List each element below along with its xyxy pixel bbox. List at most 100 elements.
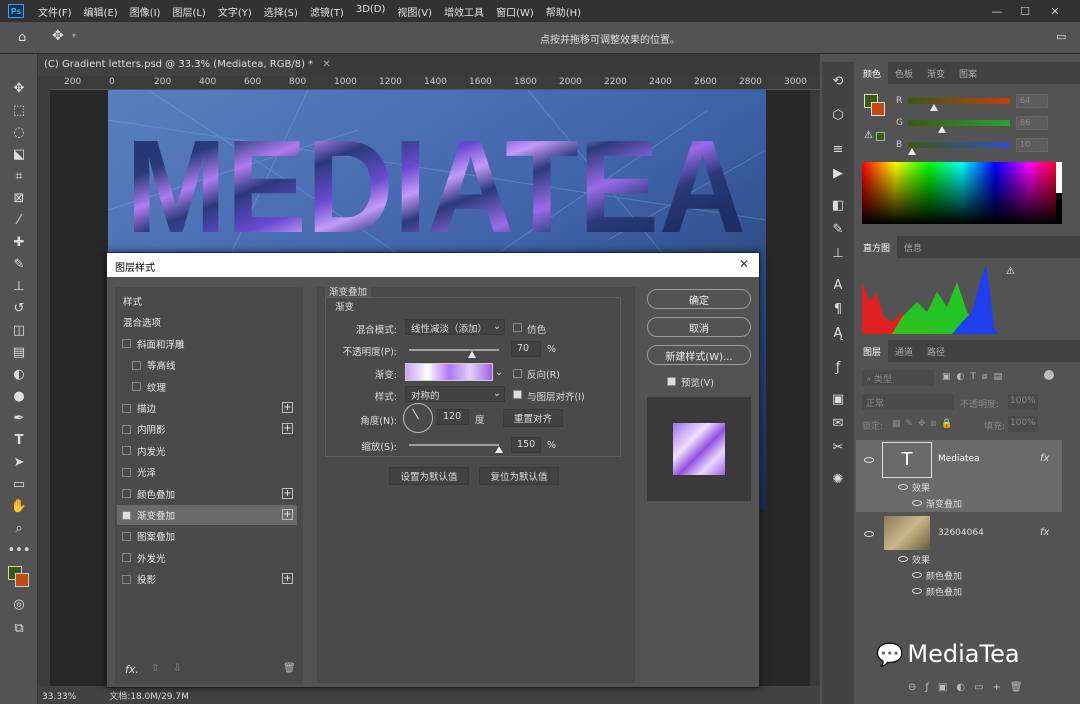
tab-paths[interactable]: 路径 [920,340,952,362]
marquee-tool-icon[interactable]: ⬚ [8,100,30,120]
reverse-checkbox[interactable] [513,369,522,378]
style-checkbox[interactable] [122,424,131,434]
properties-panel-icon[interactable]: ≡ [829,140,847,158]
eye-icon[interactable] [898,484,908,490]
style-item[interactable]: 颜色叠加 + [117,483,297,504]
chevron-down-icon[interactable]: ⌄ [495,367,503,378]
lock-icons[interactable]: ▦✎✥⧈🔒 [892,419,958,429]
quick-select-tool-icon[interactable]: ⬕ [8,144,30,164]
history-panel-icon[interactable]: ⟲ [829,72,847,90]
ok-button[interactable]: 确定 [647,289,751,309]
workspace-icon[interactable]: ▭ [1056,30,1066,43]
style-checkbox[interactable] [122,574,131,584]
move-tool-icon[interactable]: ✥ [8,78,30,98]
channel-value[interactable]: 86 [1016,116,1048,130]
pen-tool-icon[interactable]: ✒ [8,408,30,428]
menu-item[interactable]: 编辑(E) [78,4,124,19]
document-tab[interactable]: (C) Gradient letters.psd @ 33.3% (Mediat… [38,54,331,76]
add-style-icon[interactable]: + [282,509,293,520]
tools-panel-icon[interactable]: ✂ [829,438,847,456]
histogram-warning-icon[interactable]: ⚠ [1006,266,1015,277]
eraser-tool-icon[interactable]: ◫ [8,320,30,340]
menu-item[interactable]: 滤镜(T) [304,4,350,19]
style-item[interactable]: 描边 + [117,398,297,418]
menu-item[interactable]: 图层(L) [166,4,211,19]
style-checkbox[interactable] [122,510,131,520]
set-default-button[interactable]: 设置为默认值 [389,467,469,485]
style-checkbox[interactable] [122,467,131,477]
style-item[interactable]: 纹理 [117,376,297,397]
minimize-icon[interactable]: — [984,0,1010,22]
dither-checkbox[interactable] [513,323,522,332]
scale-input[interactable]: 150 [511,437,541,453]
effect-color-overlay[interactable]: 颜色叠加 [926,569,962,582]
style-checkbox[interactable] [122,531,131,541]
new-style-button[interactable]: 新建样式(W)... [647,345,751,365]
blur-tool-icon[interactable]: ◐ [8,364,30,384]
layers-footer-icons[interactable]: ⊖ƒ▣◐▭+🗑 [908,682,1032,693]
plugins-panel-icon[interactable]: ✺ [829,470,847,488]
fx-icon[interactable]: fx [1040,453,1049,464]
layer-name[interactable]: 32604064 [938,528,984,538]
menu-item[interactable]: 窗口(W) [490,4,540,19]
channel-slider-thumb[interactable] [929,104,938,111]
layer-filter-icons[interactable]: ▣◐T⧈▤ [942,372,1008,382]
style-item[interactable]: 图案叠加 [117,526,297,547]
tab-patterns[interactable]: 图案 [952,62,984,84]
3d-panel-icon[interactable]: ⬡ [829,106,847,124]
add-style-icon[interactable]: + [282,487,293,499]
libraries-panel-icon[interactable]: ▣ [829,390,847,408]
actions-panel-icon[interactable]: ▶ [829,164,847,182]
channel-slider-thumb[interactable] [908,148,916,155]
menu-item[interactable]: 选择(S) [258,4,304,19]
opacity-input[interactable]: 100% [1008,394,1038,410]
style-checkbox[interactable] [132,360,141,370]
style-item[interactable]: 外发光 [117,547,297,568]
screen-mode-icon[interactable]: ⧉ [8,618,30,638]
frame-tool-icon[interactable]: ⊠ [8,188,30,208]
move-up-icon[interactable]: ⇧ [151,663,159,674]
chevron-down-icon[interactable]: ▾ [72,31,76,40]
menu-item[interactable]: 图像(I) [124,4,167,19]
reset-align-button[interactable]: 重置对齐 [503,409,563,427]
black-swatch[interactable] [1056,193,1062,224]
style-checkbox[interactable] [122,489,131,499]
eye-icon[interactable] [898,556,908,562]
style-checkbox[interactable] [122,403,131,413]
character-panel-icon[interactable]: A [829,276,847,294]
eye-icon[interactable] [864,531,874,537]
layer-filter-dropdown[interactable]: ⌕ 类型 [862,370,934,386]
shape-tool-icon[interactable]: ▭ [8,474,30,494]
eye-icon[interactable] [864,457,874,463]
glyphs-panel-icon[interactable]: Ą [829,324,847,342]
fx-menu-icon[interactable]: fx. [125,663,139,676]
style-item[interactable]: 样式 [117,291,297,311]
style-checkbox[interactable] [122,339,131,349]
channel-value[interactable]: 64 [1016,94,1048,108]
menu-item[interactable]: 文件(F) [32,4,78,19]
home-icon[interactable]: ⌂ [18,30,34,45]
add-style-icon[interactable]: + [282,573,293,585]
style-item[interactable]: 光泽 [117,462,297,483]
move-tool-icon[interactable]: ✥ [52,28,64,44]
healing-tool-icon[interactable]: ✚ [8,232,30,252]
channel-value[interactable]: 10 [1016,138,1048,152]
close-dialog-icon[interactable]: ✕ [739,257,749,271]
style-item[interactable]: 斜面和浮雕 [117,333,297,354]
scale-slider-thumb[interactable] [495,446,503,453]
tab-channels[interactable]: 通道 [888,340,920,362]
crop-tool-icon[interactable]: ⌗ [8,166,30,186]
layer-name[interactable]: Mediatea [938,454,980,464]
eye-icon[interactable] [912,588,922,594]
effect-color-overlay[interactable]: 颜色叠加 [926,585,962,598]
scale-slider-track[interactable] [409,444,499,446]
zoom-level[interactable]: 33.33% [42,692,76,702]
fx-icon[interactable]: fx [1040,527,1049,538]
style-item[interactable]: 渐变叠加 + [117,505,297,525]
hand-tool-icon[interactable]: ✋ [8,496,30,516]
gradient-tool-icon[interactable]: ▤ [8,342,30,362]
align-checkbox[interactable] [513,390,522,399]
blend-mode-dropdown[interactable]: 正常 [862,394,954,410]
tab-swatches[interactable]: 色板 [888,62,920,84]
fill-input[interactable]: 100% [1008,416,1038,432]
